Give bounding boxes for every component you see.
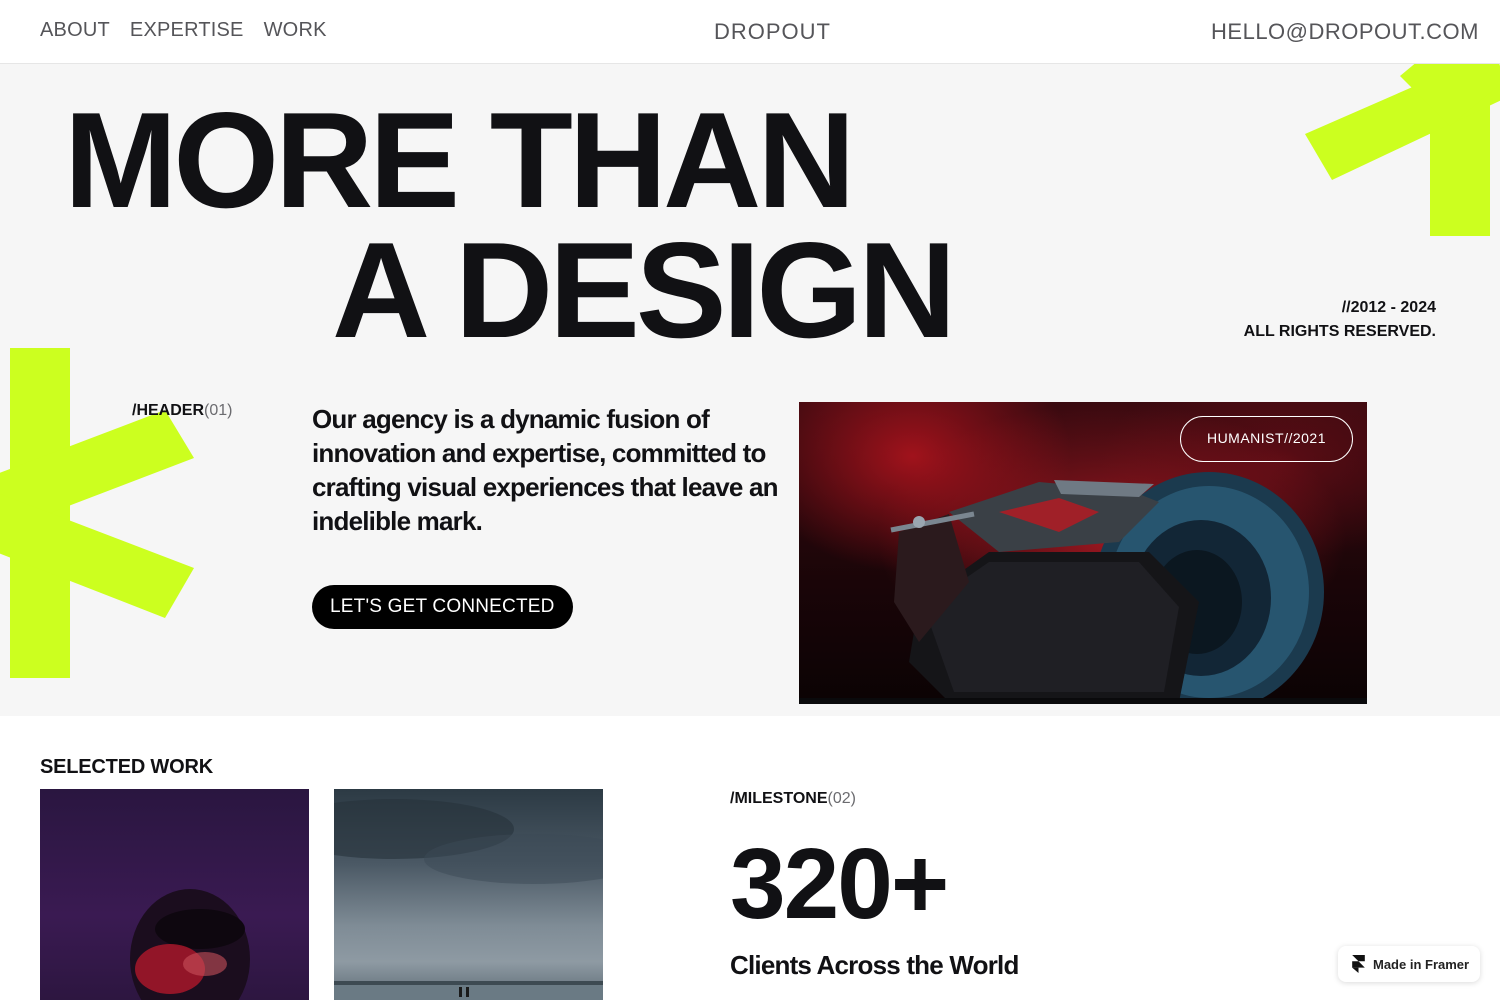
get-connected-button[interactable]: LET'S GET CONNECTED [312, 585, 573, 629]
framer-logo-icon [1352, 955, 1365, 973]
made-in-framer-badge[interactable]: Made in Framer [1338, 946, 1480, 982]
section-number: (01) [204, 402, 233, 419]
asterisk-shape-icon [0, 348, 194, 678]
section-label-text: /HEADER [132, 402, 205, 419]
hero-section: MORE THAN A DESIGN //2012 - 2024 ALL RIG… [0, 64, 1500, 716]
selected-work-title: SELECTED WORK [40, 756, 213, 778]
portrait-image [130, 889, 250, 1000]
section-label-milestone: /MILESTONE(02) [730, 790, 856, 808]
work-card-portrait[interactable] [40, 789, 309, 1000]
headline-line-1: MORE THAN [64, 84, 856, 236]
intro-paragraph: Our agency is a dynamic fusion of innova… [312, 404, 779, 536]
seascape-image [334, 799, 603, 1000]
milestone-caption: Clients Across the World [730, 950, 1019, 980]
top-nav: ABOUT EXPERTISE WORK DROPOUT HELLO@DROPO… [0, 0, 1500, 64]
copyright-block: //2012 - 2024 ALL RIGHTS RESERVED. [1244, 296, 1436, 344]
headline-line-2: A DESIGN [332, 214, 956, 366]
section-number: (02) [827, 790, 856, 807]
project-badge[interactable]: HUMANIST//2021 [1179, 416, 1353, 462]
framer-badge-label: Made in Framer [1373, 956, 1470, 972]
section-label-header: /HEADER(01) [132, 402, 232, 420]
contact-email-link[interactable]: HELLO@DROPOUT.COM [1211, 19, 1479, 45]
copyright-years: //2012 - 2024 [1341, 299, 1436, 316]
milestone-value: 320+ [730, 828, 949, 940]
hero-image-motorcycle[interactable]: HUMANIST//2021 [799, 402, 1367, 704]
section-label-text: /MILESTONE [730, 790, 828, 807]
copyright-text: ALL RIGHTS RESERVED. [1243, 323, 1436, 340]
work-card-seascape[interactable] [334, 789, 603, 1000]
asterisk-shape-icon [1305, 64, 1500, 236]
